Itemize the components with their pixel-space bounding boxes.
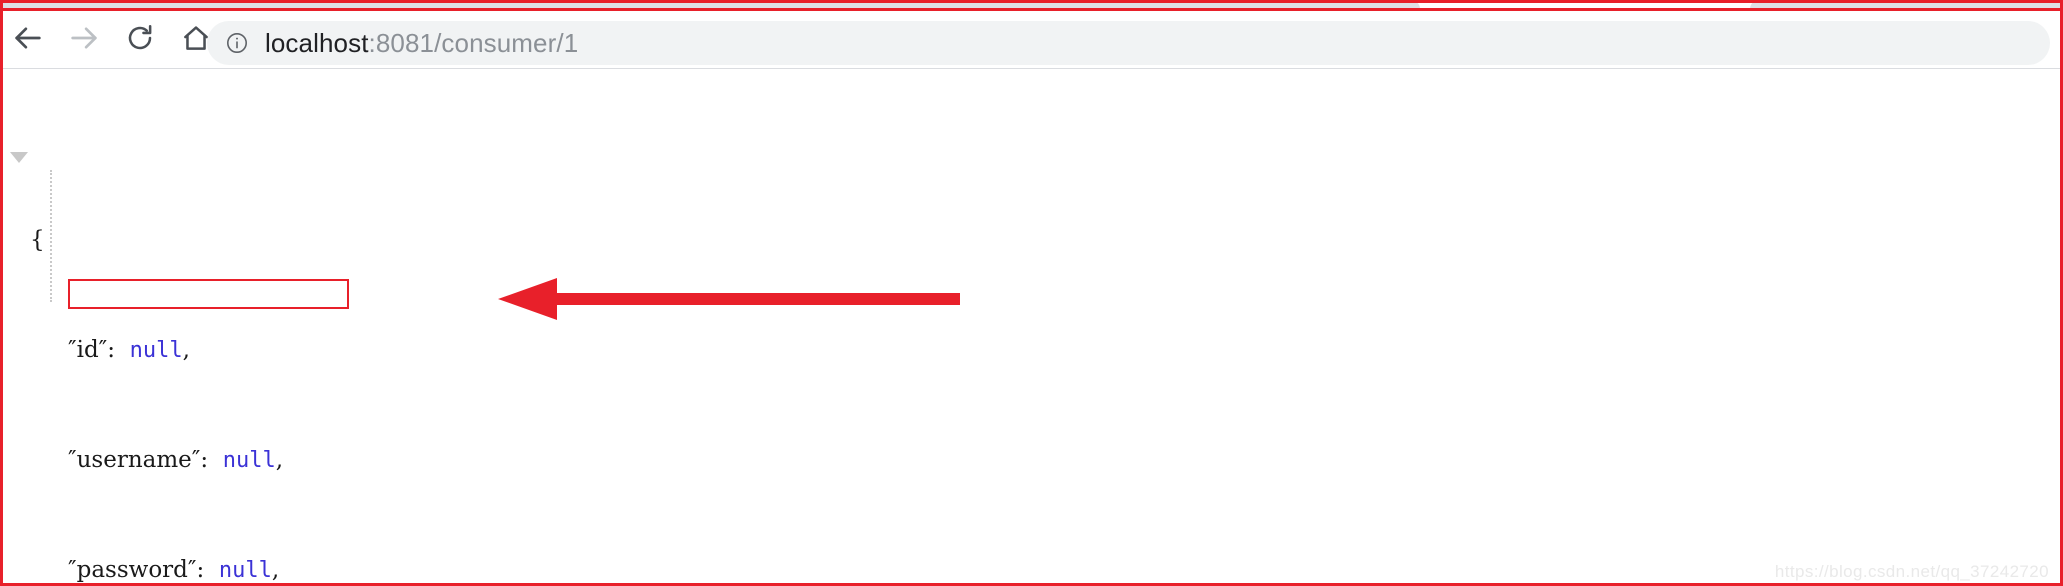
reload-button[interactable] xyxy=(112,10,168,66)
json-line-open-brace: { xyxy=(30,227,357,255)
pointer-arrow xyxy=(495,275,960,323)
open-brace: { xyxy=(30,226,45,253)
annotation-frame-top-edge xyxy=(3,8,2060,11)
info-circle-icon[interactable] xyxy=(225,31,249,55)
json-key-username: ″username″: xyxy=(68,446,209,473)
browser-toolbar: localhost:8081/consumer/1 xyxy=(0,10,2063,66)
json-key-password: ″password″: xyxy=(68,556,205,583)
collapse-triangle-icon[interactable] xyxy=(10,152,28,163)
json-comma: , xyxy=(271,556,280,583)
json-line-id: ″id″: null, xyxy=(30,337,357,365)
url-path: :8081/consumer/1 xyxy=(368,27,579,58)
json-line-password: ″password″: null, xyxy=(30,557,357,585)
url-text[interactable]: localhost:8081/consumer/1 xyxy=(265,28,578,59)
toolbar-divider xyxy=(3,68,2060,69)
arrow-left-icon xyxy=(498,278,960,320)
json-content: { ″id″: null, ″username″: null, ″passwor… xyxy=(30,144,357,586)
json-key-id: ″id″: xyxy=(68,336,116,363)
url-host: localhost xyxy=(265,27,369,58)
reload-icon xyxy=(124,22,156,54)
address-bar[interactable]: localhost:8081/consumer/1 xyxy=(207,21,2050,65)
arrow-left-icon xyxy=(11,21,45,55)
json-comma: , xyxy=(182,336,190,363)
json-value-id: null xyxy=(129,337,183,363)
watermark-text: https://blog.csdn.net/qq_37242720 xyxy=(1774,562,2049,581)
json-value-username: null xyxy=(222,447,276,473)
back-button[interactable] xyxy=(0,10,56,66)
arrow-right-icon xyxy=(67,21,101,55)
json-value-password: null xyxy=(218,557,272,583)
json-viewer: { ″id″: null, ″username″: null, ″passwor… xyxy=(0,70,2063,586)
forward-button[interactable] xyxy=(56,10,112,66)
json-comma: , xyxy=(275,446,284,473)
browser-window: localhost:8081/consumer/1 { ″id″: null, … xyxy=(0,0,2063,586)
json-line-username: ″username″: null, xyxy=(30,447,357,475)
